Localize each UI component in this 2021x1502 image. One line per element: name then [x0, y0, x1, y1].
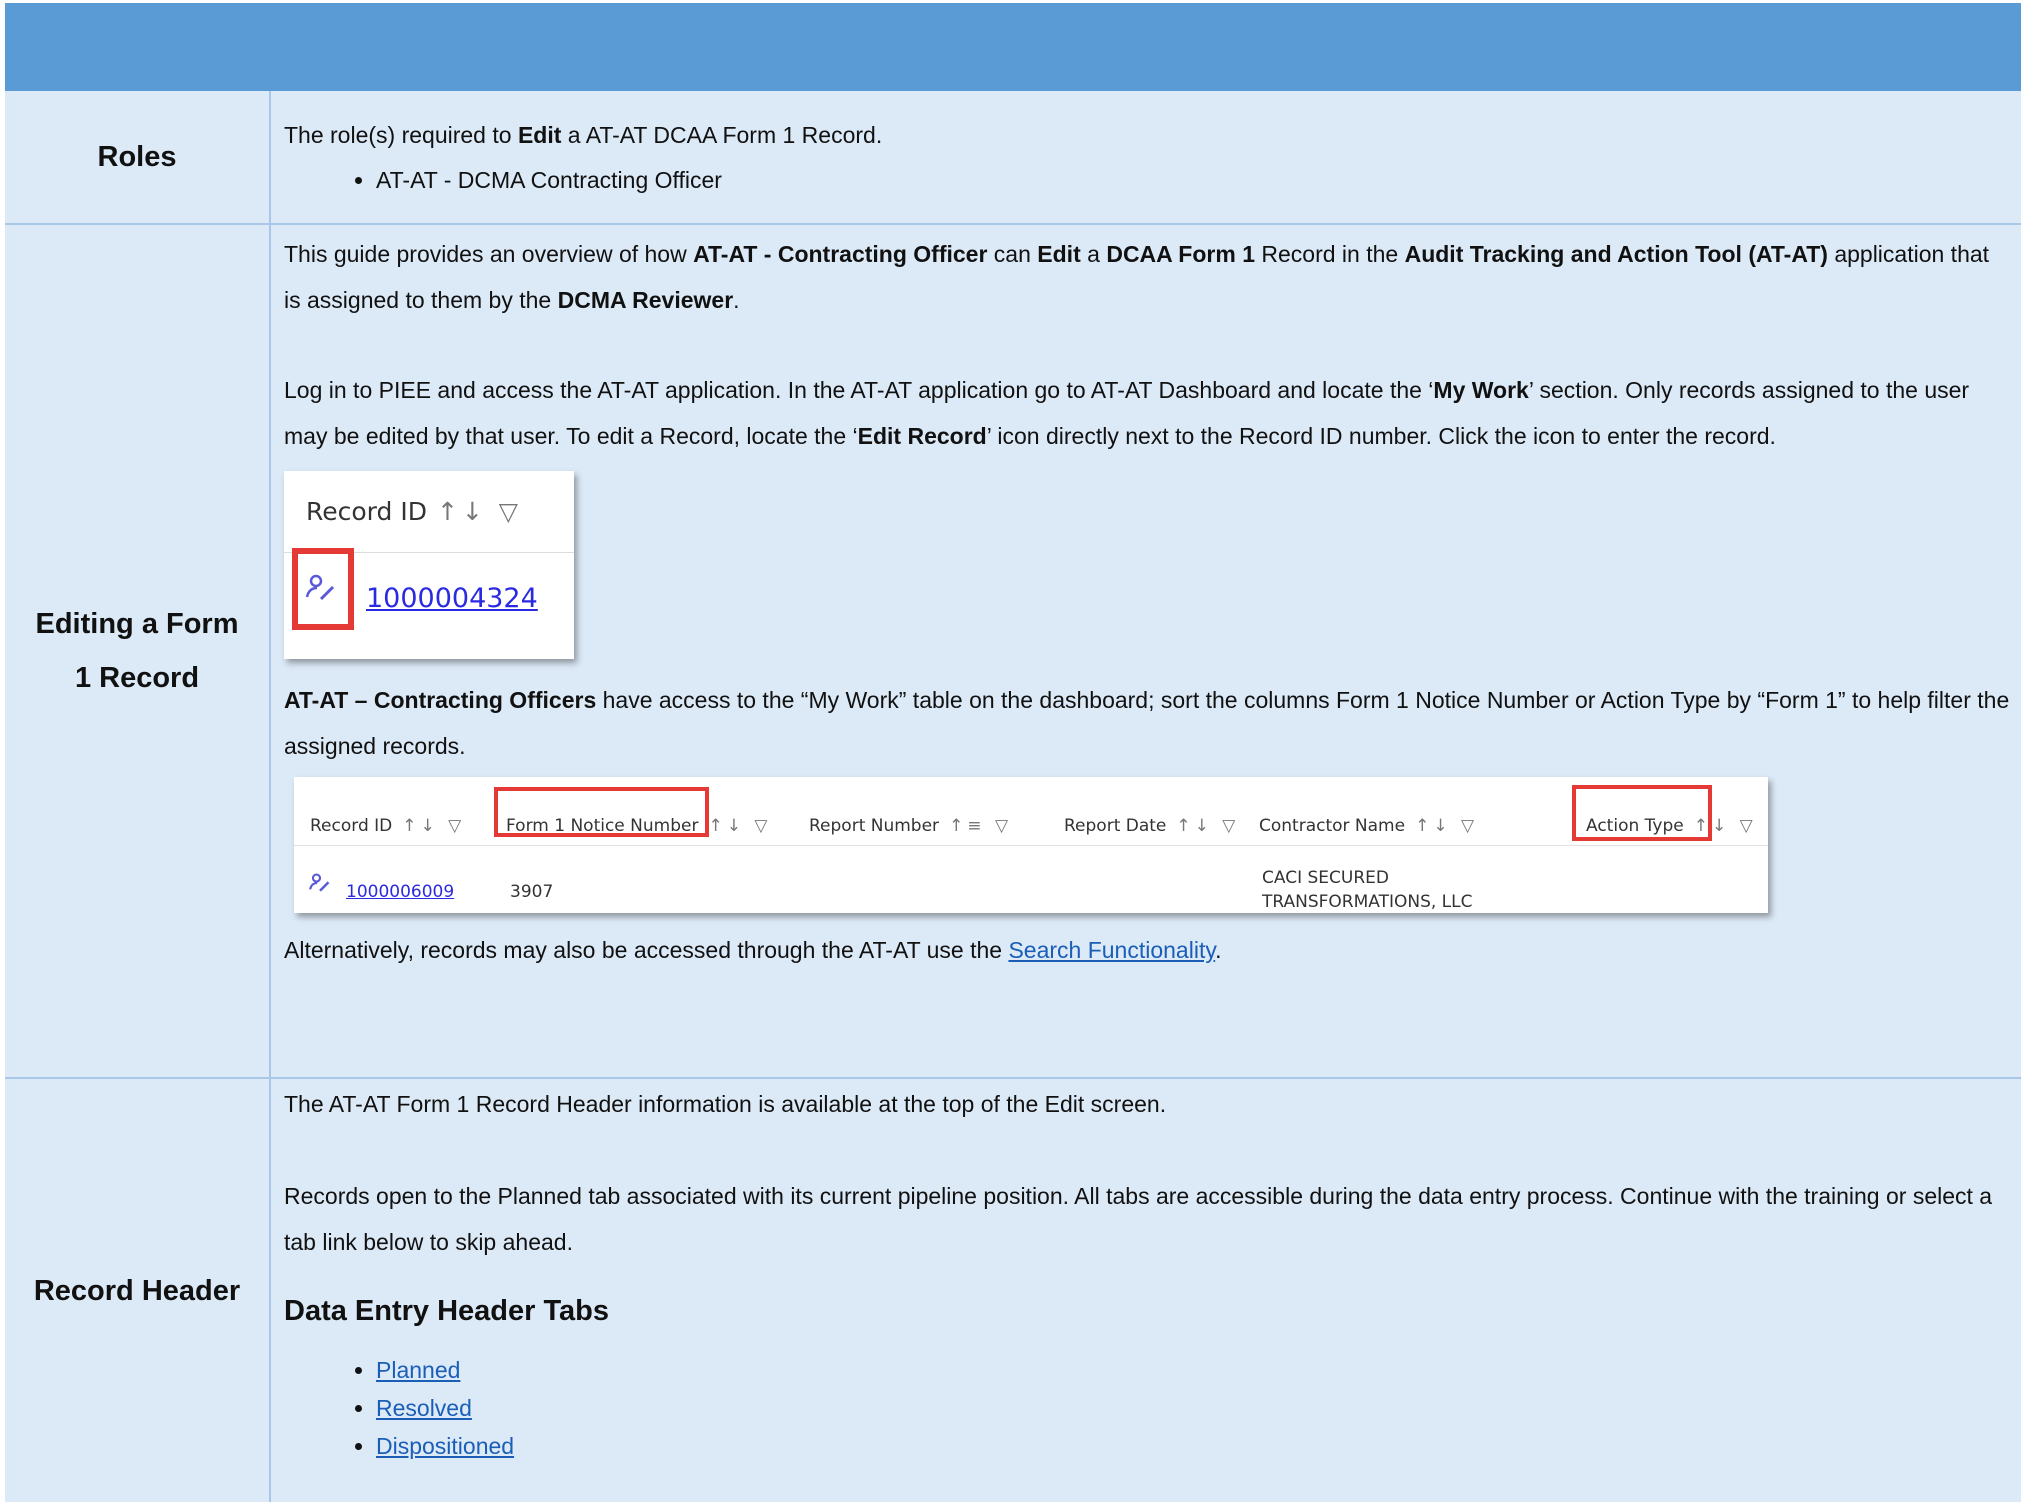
col-contractor-name[interactable]: Contractor Name ↑↓ ▽	[1259, 803, 1478, 849]
roles-content: The role(s) required to Edit a AT-AT DCA…	[284, 113, 2011, 203]
edit-record-icon[interactable]	[308, 867, 332, 892]
roles-list: AT-AT - DCMA Contracting Officer	[284, 157, 2011, 203]
col-record-id[interactable]: Record ID ↑↓ ▽	[310, 803, 465, 849]
sort-filter-icon[interactable]: ↑↓ ▽	[1694, 816, 1757, 836]
record-id-link[interactable]: 1000004324	[366, 576, 538, 622]
record-header-row: Record Header The AT-AT Form 1 Record He…	[5, 1079, 2021, 1502]
record-header-content: The AT-AT Form 1 Record Header informati…	[284, 1081, 2011, 1465]
col-report-number[interactable]: Report Number ↑≡ ▽	[809, 803, 1012, 849]
record-id-link[interactable]: 1000006009	[346, 869, 454, 915]
notice-number-cell: 3907	[510, 882, 554, 902]
header-tabs-list: Planned Resolved Dispositioned	[284, 1351, 2011, 1465]
roles-row: Roles The role(s) required to Edit a AT-…	[5, 91, 2021, 225]
search-functionality-link[interactable]: Search Functionality	[1008, 937, 1215, 963]
col-report-date-label: Report Date	[1064, 816, 1167, 836]
col-action-type-label: Action Type	[1586, 816, 1684, 836]
editing-overview-paragraph: This guide provides an overview of how A…	[284, 241, 1990, 313]
editing-label-line1: Editing a Form	[35, 608, 239, 640]
top-header-band	[5, 3, 2021, 91]
record-id-screenshot-area: Record ID ↑↓ ▽ 1000004324	[284, 471, 2011, 671]
roles-intro-bold: Edit	[517, 122, 562, 148]
col-record-id-label: Record ID	[310, 816, 393, 836]
roles-intro-text: The role(s) required to	[284, 122, 518, 148]
roles-intro-text-end: a AT-AT DCAA Form 1 Record.	[561, 122, 883, 148]
sort-filter-icon[interactable]: ↑≡ ▽	[949, 816, 1012, 836]
record-header-intro: The AT-AT Form 1 Record Header informati…	[284, 1091, 1167, 1117]
roles-label: Roles	[5, 91, 271, 223]
record-id-header: Record ID ↑↓ ▽	[306, 489, 522, 535]
tab-planned-link[interactable]: Planned	[376, 1357, 460, 1383]
tab-link-item: Planned	[376, 1351, 2011, 1389]
sort-filter-icon[interactable]: ↑↓ ▽	[1415, 816, 1478, 836]
tab-resolved-link[interactable]: Resolved	[376, 1395, 472, 1421]
alternative-access-paragraph: Alternatively, records may also be acces…	[284, 937, 1222, 963]
tab-link-item: Dispositioned	[376, 1427, 2011, 1465]
col-report-date[interactable]: Report Date ↑↓ ▽	[1064, 803, 1239, 849]
col-form1-notice-number[interactable]: Form 1 Notice Number ↑↓ ▽	[506, 803, 771, 849]
edit-record-icon[interactable]	[304, 571, 338, 605]
col-contractor-name-label: Contractor Name	[1259, 816, 1406, 836]
guide-table: Roles The role(s) required to Edit a AT-…	[5, 91, 2021, 1502]
my-work-table-screenshot: Record ID ↑↓ ▽ Form 1 Notice Number ↑↓ ▽ R…	[294, 777, 1768, 913]
tab-link-item: Resolved	[376, 1389, 2011, 1427]
contractor-name-line2: TRANSFORMATIONS, LLC	[1262, 892, 1473, 912]
table-header-divider	[294, 845, 1768, 846]
editing-login-paragraph: Log in to PIEE and access the AT-AT appl…	[284, 377, 1970, 449]
record-id-header-label: Record ID	[306, 497, 427, 526]
editing-row: Editing a Form 1 Record This guide provi…	[5, 225, 2021, 1079]
sort-filter-icon[interactable]: ↑↓ ▽	[708, 816, 771, 836]
tab-dispositioned-link[interactable]: Dispositioned	[376, 1433, 514, 1459]
col-notice-number-label: Form 1 Notice Number	[506, 816, 699, 836]
sort-filter-icon: ↑↓ ▽	[436, 497, 523, 526]
editing-label-line2: 1 Record	[74, 662, 200, 694]
my-work-screenshot-area: Record ID ↑↓ ▽ Form 1 Notice Number ↑↓ ▽ R…	[294, 777, 2011, 923]
record-header-label: Record Header	[5, 1079, 271, 1502]
data-entry-header-tabs-heading: Data Entry Header Tabs	[284, 1295, 610, 1327]
col-report-number-label: Report Number	[809, 816, 940, 836]
editing-content: This guide provides an overview of how A…	[284, 231, 2011, 973]
col-action-type[interactable]: Action Type ↑↓ ▽	[1586, 803, 1757, 849]
contracting-officers-paragraph: AT-AT – Contracting Officers have access…	[284, 687, 2010, 759]
editing-label: Editing a Form 1 Record	[5, 225, 271, 1077]
record-id-screenshot: Record ID ↑↓ ▽ 1000004324	[284, 471, 574, 659]
role-item: AT-AT - DCMA Contracting Officer	[376, 157, 2011, 203]
record-header-tabs-paragraph: Records open to the Planned tab associat…	[284, 1183, 1993, 1255]
sort-filter-icon[interactable]: ↑↓ ▽	[1176, 816, 1239, 836]
roles-intro: The role(s) required to Edit a AT-AT DCA…	[284, 113, 2011, 157]
sort-filter-icon[interactable]: ↑↓ ▽	[402, 816, 465, 836]
